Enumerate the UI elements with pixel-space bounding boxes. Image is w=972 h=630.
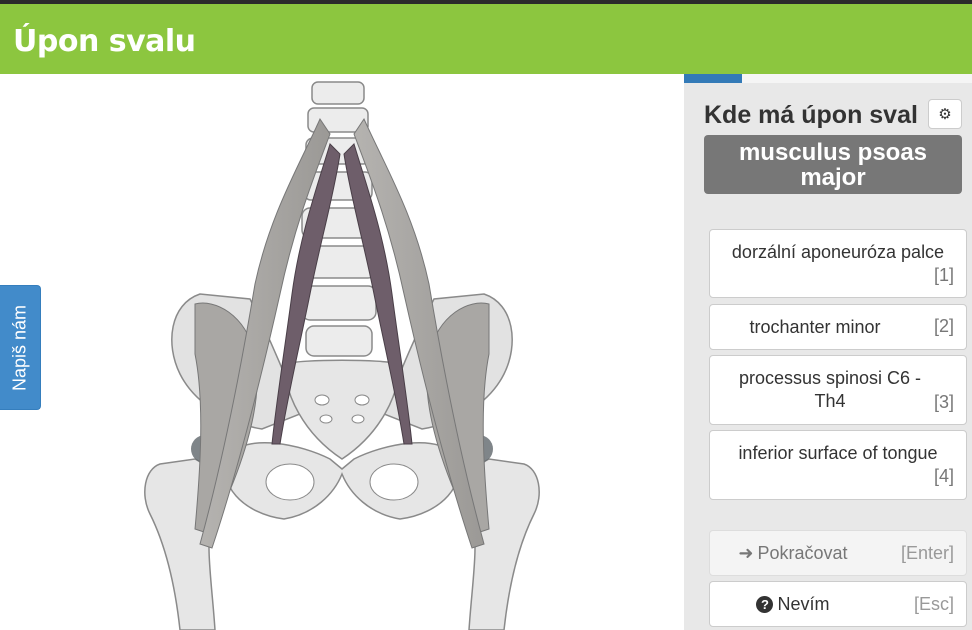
option-label: processus spinosi C6 - Th4 [738,368,922,411]
continue-label-wrap: ➜ Pokračovat [710,543,876,564]
dont-know-key: [Esc] [913,594,954,614]
option-label: dorzální aponeuróza palce [731,242,945,262]
continue-button[interactable]: ➜ Pokračovat [Enter] [709,530,967,576]
pelvis-muscle-illustration [144,81,540,630]
quiz-panel: Kde má úpon sval ⚙ musculus psoas major … [684,74,972,630]
feedback-tab[interactable]: Napiš nám [0,285,41,410]
gear-icon: ⚙ [938,106,952,123]
anatomy-image [0,74,684,630]
continue-key: [Enter] [900,543,954,563]
continue-label: Pokračovat [757,543,848,563]
app-header: Úpon svalu [0,4,972,74]
progress-fill [684,74,742,83]
answer-option-2[interactable]: trochanter minor [2] [709,304,967,350]
answer-option-4[interactable]: inferior surface of tongue [4] [709,430,967,500]
app-title: Úpon svalu [13,24,196,59]
dont-know-label: Nevím [777,594,830,614]
option-key: [4] [933,466,954,486]
dont-know-label-wrap: ? Nevím [710,594,876,615]
option-key: [2] [933,316,954,336]
answer-option-1[interactable]: dorzální aponeuróza palce [1] [709,229,967,298]
progress-bar [684,74,972,83]
answer-option-3[interactable]: processus spinosi C6 - Th4 [3] [709,355,967,425]
arrow-right-icon: ➜ [738,543,754,563]
question-term: musculus psoas major [704,135,962,194]
option-label: trochanter minor [749,317,881,337]
dont-know-button[interactable]: ? Nevím [Esc] [709,581,967,627]
question-circle-icon: ? [756,596,774,613]
question-prompt: Kde má úpon sval [704,101,918,129]
settings-button[interactable]: ⚙ [928,99,962,129]
feedback-label: Napiš nám [9,304,30,391]
option-key: [1] [933,265,954,285]
option-key: [3] [933,392,954,412]
option-label: inferior surface of tongue [738,443,938,463]
